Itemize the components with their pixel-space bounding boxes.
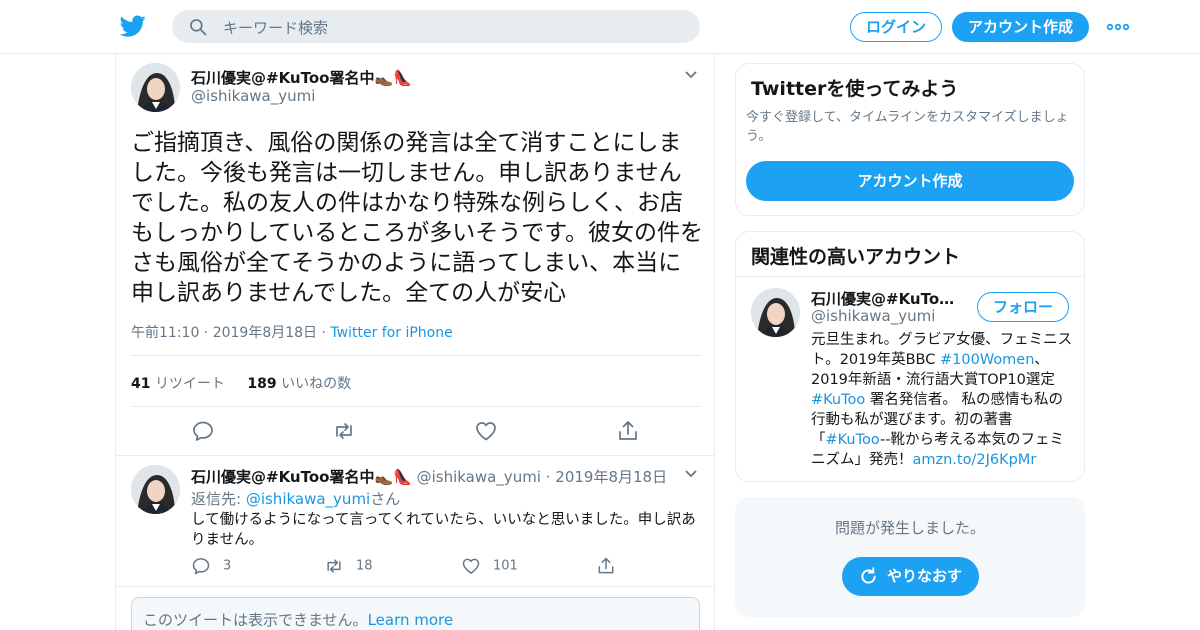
related-account-avatar[interactable] (751, 288, 800, 337)
like-count: 189 (247, 376, 277, 392)
tweet-stats: 41 リツイート 189 いいねの数 (131, 373, 351, 393)
avatar[interactable] (131, 63, 180, 112)
related-accounts-card: 関連性の高いアカウント 石川優実@#KuToo署名中👞👠 @ishikawa_y… (735, 231, 1085, 482)
related-accounts-title: 関連性の高いアカウント (751, 246, 961, 268)
reply-text: して働けるようになって言ってくれていたら、いいなと思いました。申し訳ありません。 (191, 512, 696, 548)
divider (116, 586, 714, 587)
meta-separator: · (317, 325, 331, 341)
divider (131, 355, 701, 356)
reply-action-like[interactable]: 101 (461, 556, 518, 576)
login-button[interactable]: ログイン (850, 12, 942, 42)
reply-author-name[interactable]: 石川優実@#KuToo署名中👞👠 (191, 468, 412, 486)
unavailable-tweet-notice: このツイートは表示できません。Learn more (131, 597, 700, 630)
retweet-count: 41 (131, 376, 151, 392)
reply-prefix: 返信先: (191, 490, 246, 508)
related-account-name[interactable]: 石川優実@#KuToo署名中👞👠 (811, 288, 961, 309)
more-options-icon[interactable] (1106, 17, 1130, 37)
error-card: 問題が発生しました。 やりなおす (735, 497, 1085, 617)
related-account-handle[interactable]: @ishikawa_yumi (811, 307, 935, 325)
search-bar[interactable]: キーワード検索 (172, 10, 700, 43)
tweet-timeline-column: 石川優実@#KuToo署名中👞👠 @ishikawa_yumi ご指摘頂き、風俗… (115, 54, 715, 630)
tweet-meta: 午前11:10 · 2019年8月18日 · Twitter for iPhon… (131, 322, 453, 342)
bio-url-link[interactable]: amzn.to/2J6KpMr (913, 452, 1037, 468)
chevron-down-icon[interactable] (684, 70, 698, 80)
divider (736, 276, 1084, 277)
refresh-icon (861, 567, 876, 584)
search-input[interactable]: キーワード検索 (223, 17, 328, 38)
like-heart-icon (462, 558, 480, 574)
signup-card-title: Twitterを使ってみよう (751, 78, 959, 100)
signup-card-description: 今すぐ登録して、タイムラインをカスタマイズしましょう。 (746, 110, 1069, 144)
unavailable-text: このツイートは表示できません。 (143, 611, 368, 629)
reply-to-link[interactable]: @ishikawa_yumi (246, 490, 370, 508)
learn-more-link[interactable]: Learn more (368, 611, 454, 629)
avatar-image (131, 63, 180, 112)
reply-icon (192, 558, 210, 575)
retweet-icon (327, 559, 341, 573)
error-message: 問題が発生しました。 (834, 519, 985, 537)
tweet-author-handle[interactable]: @ishikawa_yumi (191, 87, 315, 105)
signup-button[interactable]: アカウント作成 (952, 12, 1089, 42)
reply-meta[interactable]: @ishikawa_yumi · 2019年8月18日 (412, 468, 668, 486)
like-stat[interactable]: 189 いいねの数 (247, 376, 351, 392)
reply-header: 石川優実@#KuToo署名中👞👠 @ishikawa_yumi · 2019年8… (191, 466, 667, 487)
retweet-stat[interactable]: 41 リツイート (131, 376, 225, 392)
reply-action-share[interactable] (596, 556, 628, 576)
signup-card: Twitterを使ってみよう 今すぐ登録して、タイムラインをカスタマイズしましょ… (735, 63, 1085, 216)
share-icon[interactable] (616, 419, 640, 443)
reply-icon[interactable] (191, 419, 215, 443)
avatar-image (751, 288, 800, 337)
like-count: 101 (493, 558, 518, 574)
retweet-label: リツイート (154, 376, 225, 392)
related-account-bio: 元旦生まれ。グラビア女優、フェミニスト。2019年英BBC #100Women、… (811, 330, 1073, 470)
twitter-bird-icon[interactable] (120, 13, 146, 39)
signup-card-button[interactable]: アカウント作成 (746, 161, 1074, 201)
share-icon (598, 557, 614, 574)
retweet-count: 18 (356, 558, 373, 574)
tweet-timestamp[interactable]: 午前11:10 · 2019年8月18日 (131, 325, 317, 341)
retry-label: やりなおす (887, 567, 963, 585)
tweet-source-link[interactable]: Twitter for iPhone (330, 325, 452, 341)
top-navigation-bar: キーワード検索 ログイン アカウント作成 (0, 0, 1200, 54)
retry-button[interactable]: やりなおす (842, 557, 979, 596)
like-heart-icon[interactable] (474, 419, 498, 443)
divider (131, 406, 701, 407)
hashtag-link[interactable]: #KuToo (811, 392, 865, 408)
hashtag-link[interactable]: #100Women (940, 352, 1034, 368)
tweet-text: ご指摘頂き、風俗の関係の発言は全て消すことにしました。今後も発言は一切しません。… (131, 130, 704, 306)
replying-to: 返信先: @ishikawa_yumiさん (191, 488, 400, 509)
hashtag-link[interactable]: #KuToo (826, 432, 881, 448)
reply-count: 3 (223, 558, 232, 574)
like-label: いいねの数 (281, 376, 352, 392)
avatar-image (131, 465, 180, 514)
divider (116, 455, 714, 456)
follow-button[interactable]: フォロー (977, 292, 1069, 322)
reply-action-reply[interactable]: 3 (191, 556, 231, 576)
tweet-author-name[interactable]: 石川優実@#KuToo署名中👞👠 (191, 67, 412, 88)
search-icon (190, 19, 207, 36)
reply-action-retweet[interactable]: 18 (324, 556, 373, 576)
reply-avatar[interactable] (131, 465, 180, 514)
retweet-icon[interactable] (332, 419, 356, 443)
reply-suffix: さん (370, 490, 401, 508)
chevron-down-icon[interactable] (684, 469, 698, 479)
